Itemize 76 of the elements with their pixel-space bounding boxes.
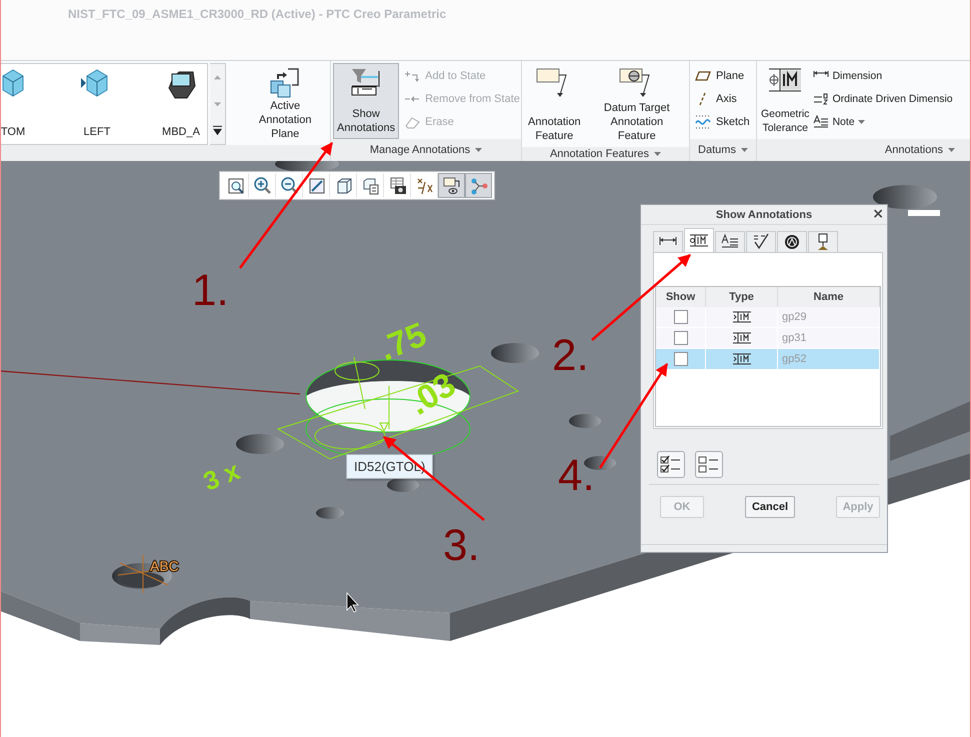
table-cell: gp29 <box>782 311 806 323</box>
dropdown-caret-icon <box>740 148 748 152</box>
callout-number: 4. <box>558 451 595 500</box>
plane-icon <box>695 68 711 83</box>
ordinate-icon <box>813 92 830 106</box>
group-label[interactable]: Annotations <box>884 144 943 156</box>
node-graph-icon <box>468 176 488 196</box>
tolerance-frame-icon <box>689 232 709 250</box>
ribbon-button[interactable]: Datum Target Annotation Feature <box>586 63 687 147</box>
unchecked-list-icon <box>698 454 720 474</box>
annotation-text: ABC <box>150 558 179 574</box>
datum-axes-icon <box>414 176 434 196</box>
view-list-icon <box>360 176 380 196</box>
filter-tab[interactable] <box>684 228 714 252</box>
ribbon-button[interactable]: Active Annotation Plane <box>242 63 328 145</box>
ribbon-button[interactable]: Dimension <box>811 68 953 84</box>
tolerance-frame-icon <box>732 311 752 323</box>
tolerance-frame-icon <box>768 67 802 93</box>
dropdown-caret-icon <box>654 152 662 156</box>
cursor-icon <box>346 592 359 613</box>
callout-number: 3. <box>443 521 480 570</box>
zoom-in-icon <box>252 176 272 196</box>
annotation-text: 3 x <box>199 455 244 497</box>
toolbar-button[interactable] <box>438 173 465 198</box>
tolerance-frame-icon <box>732 353 752 365</box>
tolerance-frame-icon <box>732 332 752 344</box>
filter-tab[interactable] <box>653 231 683 252</box>
circled-symbol-icon <box>782 233 802 251</box>
saved-view[interactable]: LEFT <box>55 64 139 144</box>
ribbon-button[interactable]: Axis <box>692 90 753 107</box>
checkbox[interactable] <box>674 352 688 366</box>
table-cell: gp31 <box>782 332 806 344</box>
group-label[interactable]: Manage Annotations <box>370 144 470 156</box>
note-icon <box>813 115 830 130</box>
pan-icon <box>306 176 326 196</box>
ribbon-button[interactable]: Note <box>811 114 953 130</box>
filter-tab[interactable] <box>777 231 807 252</box>
column-header[interactable]: Type <box>706 287 778 307</box>
column-header[interactable]: Show <box>656 287 706 307</box>
table-cell: gp52 <box>782 353 806 365</box>
checkbox[interactable] <box>674 331 688 345</box>
annotation-text: .75 <box>374 315 432 368</box>
ribbon-button[interactable]: Annotation Feature <box>524 63 585 147</box>
filter-tab[interactable] <box>715 231 745 252</box>
dropdown-caret-icon <box>475 148 482 152</box>
surface-finish-icon <box>751 233 771 251</box>
zoom-fit-icon <box>226 176 246 196</box>
dialog-title: Show Annotations <box>716 208 812 220</box>
saved-view[interactable]: TOM <box>1 64 55 144</box>
ribbon-button[interactable]: Geometric Tolerance <box>759 63 812 139</box>
plus-arrow-icon <box>404 68 420 83</box>
column-header[interactable]: Name <box>778 287 880 307</box>
checked-list-icon <box>660 454 682 474</box>
window-title: NIST_FTC_09_ASME1_CR3000_RD (Active) - PTC Creo Parametric <box>68 7 446 21</box>
callout-number: 1. <box>192 266 229 315</box>
callout-number: 2. <box>552 331 589 380</box>
dialog-button[interactable]: Cancel <box>745 496 795 518</box>
checkbox[interactable] <box>674 310 688 324</box>
ribbon-button[interactable]: Sketch <box>692 114 753 130</box>
sketch-icon <box>695 115 711 130</box>
clear-all-button[interactable] <box>695 451 723 478</box>
eraser-icon <box>404 115 420 130</box>
ribbon-button[interactable]: Plane <box>692 68 753 84</box>
camera-icon <box>388 176 408 196</box>
annotation-text: .03 <box>402 366 462 423</box>
ribbon-button[interactable]: Ordinate Driven Dimensio <box>811 90 953 107</box>
saved-view[interactable]: MBD_A <box>139 64 207 144</box>
close-button[interactable]: × <box>872 205 884 223</box>
group-label[interactable]: Annotation Features <box>550 148 650 160</box>
filter-tab[interactable] <box>808 231 838 252</box>
group-label[interactable]: Datums <box>698 144 736 156</box>
select-all-button[interactable] <box>657 451 685 478</box>
ribbon-button[interactable]: Show Annotations <box>333 63 400 139</box>
dropdown-caret-icon <box>948 148 955 152</box>
annotation-display-icon <box>442 176 462 196</box>
filter-tab[interactable] <box>746 231 776 252</box>
